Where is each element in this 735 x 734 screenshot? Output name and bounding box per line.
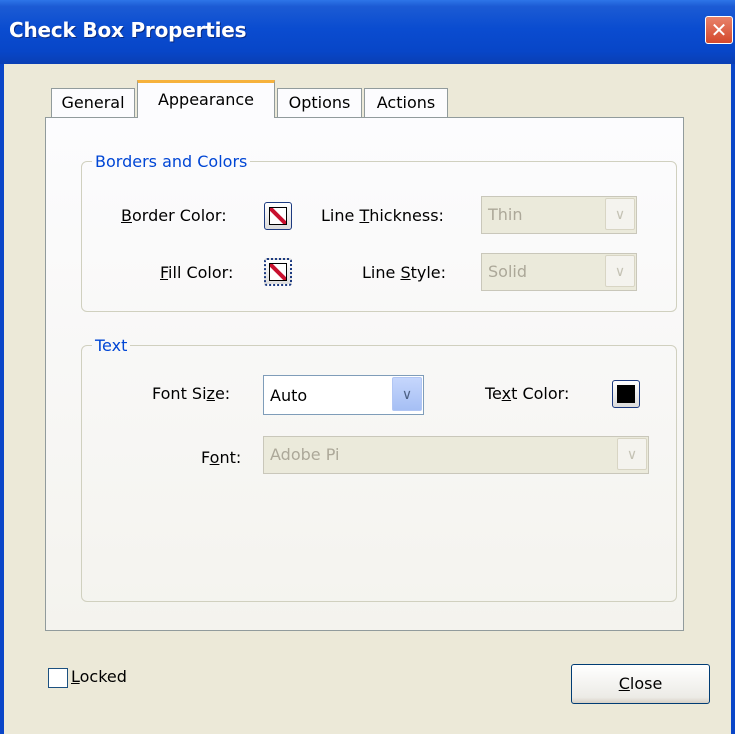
appearance-panel: Borders and Colors Border Color: Line Th…	[45, 117, 684, 631]
no-color-icon	[269, 207, 287, 225]
text-legend: Text	[95, 336, 128, 355]
chevron-down-icon: ∨	[392, 377, 422, 411]
font-size-select[interactable]: Auto ∨	[263, 375, 424, 415]
close-window-button[interactable]: ✕	[705, 16, 733, 44]
fill-color-swatch[interactable]	[264, 258, 292, 286]
tab-general[interactable]: General	[51, 88, 135, 118]
tab-appearance[interactable]: Appearance	[137, 80, 275, 118]
line-thickness-value: Thin	[488, 205, 523, 224]
font-value: Adobe Pi	[270, 445, 340, 464]
chevron-down-icon: ∨	[605, 255, 635, 287]
font-select[interactable]: Adobe Pi ∨	[263, 436, 649, 474]
line-thickness-select[interactable]: Thin ∨	[481, 196, 637, 234]
tab-options[interactable]: Options	[277, 88, 362, 118]
borders-colors-legend: Borders and Colors	[95, 152, 248, 171]
locked-label[interactable]: Locked	[71, 667, 127, 686]
border-color-swatch[interactable]	[264, 202, 292, 230]
line-thickness-label: Line Thickness:	[321, 206, 444, 225]
title-bar: Check Box Properties ✕	[0, 0, 735, 64]
window-border-left	[0, 64, 4, 734]
tab-actions[interactable]: Actions	[364, 88, 448, 118]
font-size-value: Auto	[270, 386, 308, 405]
line-style-select[interactable]: Solid ∨	[481, 253, 637, 291]
fill-color-label: Fill Color:	[160, 263, 234, 282]
text-color-fill	[617, 385, 635, 403]
chevron-down-icon: ∨	[617, 438, 647, 470]
chevron-down-icon: ∨	[605, 198, 635, 230]
window-title: Check Box Properties	[9, 18, 247, 42]
locked-checkbox[interactable]	[48, 668, 68, 688]
no-color-icon	[269, 263, 287, 281]
border-color-label: Border Color:	[121, 206, 227, 225]
close-button[interactable]: Close	[571, 664, 710, 704]
font-size-label: Font Size:	[152, 384, 231, 403]
line-style-label: Line Style:	[362, 263, 447, 282]
text-color-swatch[interactable]	[612, 380, 640, 408]
close-icon: ✕	[710, 18, 728, 42]
line-style-value: Solid	[488, 262, 527, 281]
text-color-label: Text Color:	[485, 384, 570, 403]
font-label: Font:	[201, 448, 242, 467]
window-border-right	[731, 64, 735, 734]
